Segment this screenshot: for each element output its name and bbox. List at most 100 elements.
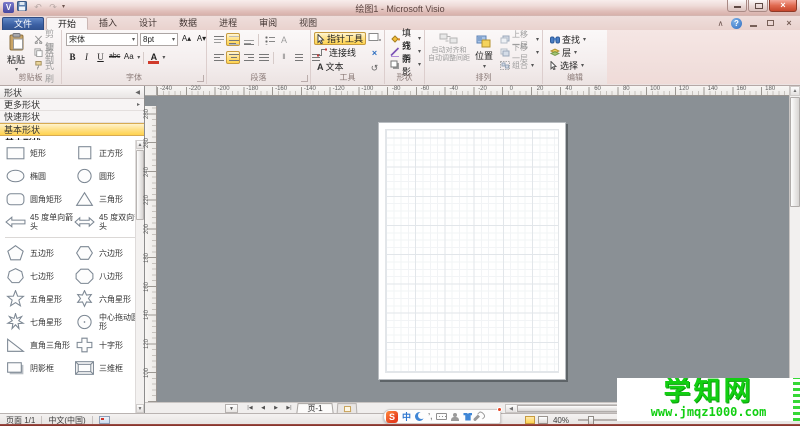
decrease-indent-button[interactable]: [292, 51, 306, 64]
shape-item-rectangle[interactable]: 矩形: [5, 143, 74, 163]
collapse-panel-icon[interactable]: ◀: [135, 89, 140, 96]
qat-dropdown-icon[interactable]: ▾: [62, 1, 65, 13]
shape-item-pentagon[interactable]: 五边形: [5, 243, 74, 263]
pages-dropdown-button[interactable]: ▼: [225, 403, 238, 413]
tab-数据[interactable]: 数据: [168, 17, 208, 30]
align-justify-button[interactable]: [256, 51, 270, 64]
auto-align-button[interactable]: 自动对齐和 自动调整间距: [427, 33, 471, 63]
minimize-ribbon-icon[interactable]: ∧: [714, 18, 727, 29]
quick-shapes-item[interactable]: 快速形状: [0, 111, 144, 123]
text-rotate-button[interactable]: A: [277, 33, 291, 46]
font-size-select[interactable]: 8pt ▾: [140, 33, 178, 46]
connector-tool-button[interactable]: 连接线: [314, 46, 366, 59]
ime-punctuation-icon[interactable]: ’,: [428, 412, 432, 421]
insert-page-tab[interactable]: [336, 403, 358, 414]
previous-page-button[interactable]: ◀: [257, 404, 269, 413]
text-direction-button[interactable]: ⫴: [277, 51, 291, 64]
shape-item-right-triangle[interactable]: 直角三角形: [5, 335, 74, 355]
ime-skin-icon[interactable]: [463, 412, 473, 421]
paste-button[interactable]: 粘贴 ▾: [3, 32, 29, 74]
font-dialog-launcher[interactable]: [197, 75, 204, 82]
scroll-up-icon[interactable]: ▲: [136, 140, 144, 149]
shape-item-heptagon[interactable]: 七边形: [5, 266, 74, 286]
send-backward-button[interactable]: 下移一层 ▾: [497, 43, 542, 63]
position-button[interactable]: 位置 ▾: [473, 32, 495, 74]
vertical-scrollbar-thumb[interactable]: [790, 97, 800, 207]
align-center-button[interactable]: [226, 51, 240, 64]
shape-item-triangle[interactable]: 三角形: [74, 189, 135, 209]
shape-item-square[interactable]: 正方形: [74, 143, 135, 163]
ime-tools-icon[interactable]: [473, 411, 483, 422]
shape-item-arrow-single[interactable]: 45 度单向箭头: [5, 212, 74, 232]
sogou-logo-icon[interactable]: S: [386, 410, 398, 423]
format-painter-button[interactable]: 格式刷: [31, 48, 61, 84]
shadow-button[interactable]: 阴影 ▾: [387, 54, 424, 77]
full-screen-view-icon[interactable]: [537, 416, 548, 424]
paragraph-dialog-launcher[interactable]: [301, 75, 308, 82]
font-color-button[interactable]: A: [147, 51, 160, 64]
grow-font-button[interactable]: A▴: [180, 33, 193, 46]
shapes-scrollbar[interactable]: ▲ ▼: [135, 140, 144, 413]
rectangle-tool-button[interactable]: [367, 32, 382, 45]
ime-account-icon[interactable]: [451, 412, 460, 421]
align-top-button[interactable]: [211, 33, 225, 46]
doc-minimize-button[interactable]: [746, 18, 760, 29]
shape-item-rounded-rectangle[interactable]: 圆角矩形: [5, 189, 74, 209]
shape-item-circle-center[interactable]: 中心拖动圆形: [74, 312, 135, 332]
scroll-down-icon[interactable]: ▼: [136, 404, 144, 413]
italic-button[interactable]: I: [80, 51, 93, 64]
first-page-button[interactable]: |◀: [244, 404, 256, 413]
vertical-scrollbar[interactable]: ▲ ▼: [789, 86, 800, 402]
help-icon[interactable]: ?: [731, 17, 742, 29]
hscroll-left-icon[interactable]: ◀: [506, 405, 516, 412]
change-case-button[interactable]: Aa: [122, 51, 135, 64]
minimize-button[interactable]: [727, 0, 747, 12]
shape-item-star5[interactable]: 五角星形: [5, 289, 74, 309]
page-tab[interactable]: 页-1: [296, 403, 334, 414]
ime-fullwidth-moon-icon[interactable]: [415, 412, 426, 421]
font-family-select[interactable]: 宋体 ▾: [66, 33, 138, 46]
macro-icon[interactable]: [98, 416, 110, 424]
close-button[interactable]: ×: [769, 0, 797, 12]
align-bottom-button[interactable]: [241, 33, 255, 46]
doc-close-button[interactable]: ×: [782, 18, 796, 29]
tab-审阅[interactable]: 审阅: [248, 17, 288, 30]
shape-item-arrow-double[interactable]: 45 度双向箭头: [74, 212, 135, 232]
shape-item-circle[interactable]: 圆形: [74, 166, 135, 186]
shape-item-ellipse[interactable]: 椭圆: [5, 166, 74, 186]
bold-button[interactable]: B: [66, 51, 79, 64]
tab-设计[interactable]: 设计: [128, 17, 168, 30]
find-button[interactable]: 查找 ▾: [547, 33, 589, 46]
ime-chinese-mode-icon[interactable]: 中: [402, 410, 411, 423]
drawing-viewport[interactable]: [157, 96, 789, 402]
tab-视图[interactable]: 视图: [288, 17, 328, 30]
shape-item-hexagon[interactable]: 六边形: [74, 243, 135, 263]
shape-item-box-3d[interactable]: 三维框: [74, 358, 135, 378]
drawing-page[interactable]: [378, 122, 566, 380]
tab-插入[interactable]: 插入: [88, 17, 128, 30]
visio-logo-icon[interactable]: V: [3, 1, 14, 13]
stencil-tab-basic-shapes[interactable]: 基本形状: [0, 123, 144, 136]
shape-item-cross[interactable]: 十字形: [74, 335, 135, 355]
strikethrough-button[interactable]: abc: [108, 51, 121, 64]
redo-icon[interactable]: ↷: [47, 1, 59, 13]
doc-restore-button[interactable]: [764, 18, 778, 29]
bullets-button[interactable]: [262, 33, 276, 46]
zoom-slider[interactable]: [578, 416, 618, 426]
tab-进程[interactable]: 进程: [208, 17, 248, 30]
last-page-button[interactable]: ▶|: [283, 404, 295, 413]
layers-button[interactable]: 层 ▾: [547, 46, 589, 59]
shapes-scrollbar-thumb[interactable]: [136, 150, 144, 220]
align-right-button[interactable]: [241, 51, 255, 64]
vscroll-up-icon[interactable]: ▲: [790, 86, 800, 96]
pointer-tool-button[interactable]: 指针工具: [314, 32, 367, 45]
group-button[interactable]: 组合 ▾: [497, 59, 542, 72]
horizontal-ruler[interactable]: -240 -220 -200 -180 -160 -140 -120 -100 -80 -60 -4…: [157, 86, 789, 96]
vertical-ruler[interactable]: 280 260 240 220 200 180 160 140 120 100: [144, 106, 157, 402]
shape-item-octagon[interactable]: 八边形: [74, 266, 135, 286]
normal-view-icon[interactable]: [524, 416, 535, 424]
next-page-button[interactable]: ▶: [270, 404, 282, 413]
ime-keyboard-icon[interactable]: [436, 413, 448, 420]
tab-file[interactable]: 文件: [2, 17, 44, 30]
select-button[interactable]: 选择 ▾: [547, 59, 589, 72]
